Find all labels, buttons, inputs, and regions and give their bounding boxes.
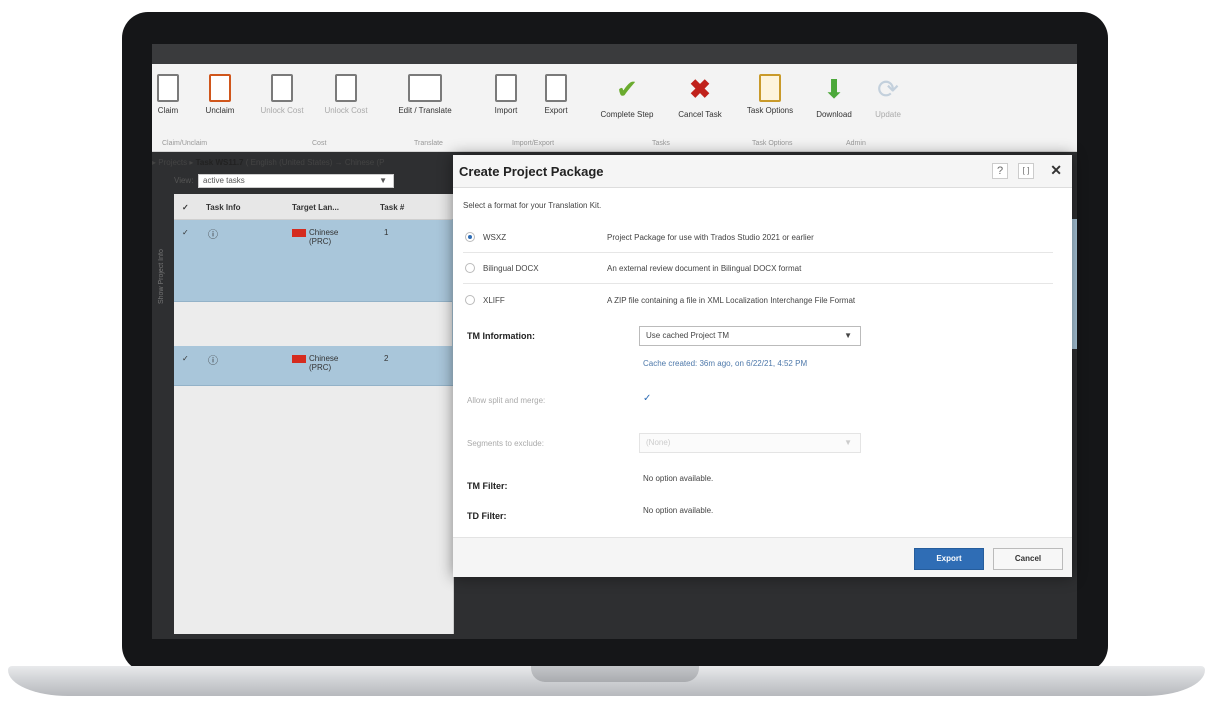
- complete-step-button[interactable]: ✔ Complete Step: [592, 72, 662, 119]
- divider: [463, 283, 1053, 284]
- unlock-cost-button[interactable]: Unlock Cost: [252, 72, 312, 115]
- download-button[interactable]: ⬇ Download: [804, 72, 864, 119]
- show-project-info-tab[interactable]: Show Project Info: [158, 194, 170, 304]
- format-docx-desc: An external review document in Bilingual…: [607, 264, 802, 273]
- format-prompt: Select a format for your Translation Kit…: [463, 201, 602, 210]
- breadcrumb-task[interactable]: Task WS11.7: [196, 158, 244, 167]
- cache-note: Cache created: 36m ago, on 6/22/21, 4:52…: [643, 359, 808, 368]
- breadcrumb: ▸ Projects ▸ Task WS11.7 ( English (Unit…: [152, 158, 385, 167]
- header-target-language[interactable]: Target Lan...: [292, 203, 339, 212]
- chevron-down-icon: ▼: [379, 176, 387, 185]
- allow-split-checkbox[interactable]: ✓: [643, 393, 651, 404]
- tm-information-select[interactable]: Use cached Project TM ▼: [639, 326, 861, 346]
- download-icon: ⬇: [823, 74, 845, 104]
- table-row[interactable]: ✓ ⓘ Chinese (PRC) 1: [174, 220, 453, 302]
- format-docx-label[interactable]: Bilingual DOCX: [483, 264, 539, 273]
- export-icon: [545, 74, 567, 102]
- radio-wsxz[interactable]: [465, 232, 475, 242]
- tm-filter-value: No option available.: [643, 474, 714, 483]
- cancel-button[interactable]: Cancel: [993, 548, 1063, 570]
- view-label: View:: [174, 176, 194, 185]
- radio-xliff[interactable]: [465, 295, 475, 305]
- dialog-title: Create Project Package: [459, 164, 604, 179]
- dialog-titlebar: Create Project Package ? [ ] ✕: [453, 155, 1072, 188]
- update-button[interactable]: ⟳ Update: [858, 72, 918, 119]
- unclaim-icon: [209, 74, 231, 102]
- view-select[interactable]: active tasks ▼: [198, 174, 394, 188]
- divider: [463, 252, 1053, 253]
- claim-icon: [157, 74, 179, 102]
- cancel-task-button[interactable]: ✖ Cancel Task: [670, 72, 730, 119]
- export-button[interactable]: Export: [914, 548, 984, 570]
- unclaim-button[interactable]: Unclaim: [190, 72, 250, 115]
- maximize-button[interactable]: [ ]: [1018, 163, 1034, 179]
- ribbon: Claim Unclaim Unlock Cost Unlock Cost Ed…: [152, 64, 1077, 152]
- laptop-notch: [531, 666, 699, 682]
- tm-filter-label: TM Filter:: [467, 481, 508, 491]
- task-grid: ✓ Task Info Target Lan... Task # ✓ ⓘ Chi…: [174, 194, 454, 634]
- cancel-icon: ✖: [689, 74, 711, 104]
- format-xliff-label[interactable]: XLIFF: [483, 296, 505, 305]
- allow-split-label: Allow split and merge:: [467, 396, 546, 405]
- refresh-icon: ⟳: [877, 74, 899, 104]
- unlock-icon: [271, 74, 293, 102]
- dialog-footer: Export Cancel: [453, 537, 1072, 577]
- segments-exclude-label: Segments to exclude:: [467, 439, 544, 448]
- format-wsxz-label[interactable]: WSXZ: [483, 233, 506, 242]
- close-button[interactable]: ✕: [1050, 162, 1062, 179]
- format-wsxz-desc: Project Package for use with Trados Stud…: [607, 233, 814, 242]
- unlock-cost-2-button[interactable]: Unlock Cost: [316, 72, 376, 115]
- chevron-down-icon: ▼: [844, 331, 852, 340]
- grid-header: ✓ Task Info Target Lan... Task #: [174, 194, 453, 220]
- td-filter-label: TD Filter:: [467, 511, 507, 521]
- segments-exclude-select[interactable]: (None) ▼: [639, 433, 861, 453]
- format-xliff-desc: A ZIP file containing a file in XML Loca…: [607, 296, 856, 305]
- help-button[interactable]: ?: [992, 163, 1008, 179]
- row-checkbox[interactable]: ✓: [182, 354, 189, 363]
- tm-information-label: TM Information:: [467, 331, 535, 341]
- radio-bilingual-docx[interactable]: [465, 263, 475, 273]
- china-flag-icon: [292, 354, 306, 363]
- china-flag-icon: [292, 228, 306, 237]
- create-project-package-dialog: Create Project Package ? [ ] ✕ Select a …: [453, 155, 1072, 577]
- header-task-number[interactable]: Task #: [380, 203, 404, 212]
- select-all-checkbox[interactable]: ✓: [182, 203, 189, 212]
- unlock-icon: [335, 74, 357, 102]
- translate-icon: [408, 74, 442, 102]
- clipboard-icon: [759, 74, 781, 102]
- info-icon[interactable]: ⓘ: [208, 352, 218, 367]
- chevron-down-icon: ▼: [844, 438, 852, 447]
- edit-translate-button[interactable]: Edit / Translate: [390, 72, 460, 115]
- app-titlebar: [152, 44, 1077, 64]
- checkmark-icon: ✔: [616, 74, 638, 104]
- import-icon: [495, 74, 517, 102]
- td-filter-value: No option available.: [643, 506, 714, 515]
- ribbon-group-labels: Claim/Unclaim Cost Translate Import/Expo…: [162, 140, 866, 147]
- header-task-info[interactable]: Task Info: [206, 203, 241, 212]
- row-checkbox[interactable]: ✓: [182, 228, 189, 237]
- export-ribbon-button[interactable]: Export: [526, 72, 586, 115]
- info-icon[interactable]: ⓘ: [208, 226, 218, 241]
- table-row[interactable]: ✓ ⓘ Chinese (PRC) 2: [174, 346, 453, 386]
- task-options-button[interactable]: Task Options: [740, 72, 800, 115]
